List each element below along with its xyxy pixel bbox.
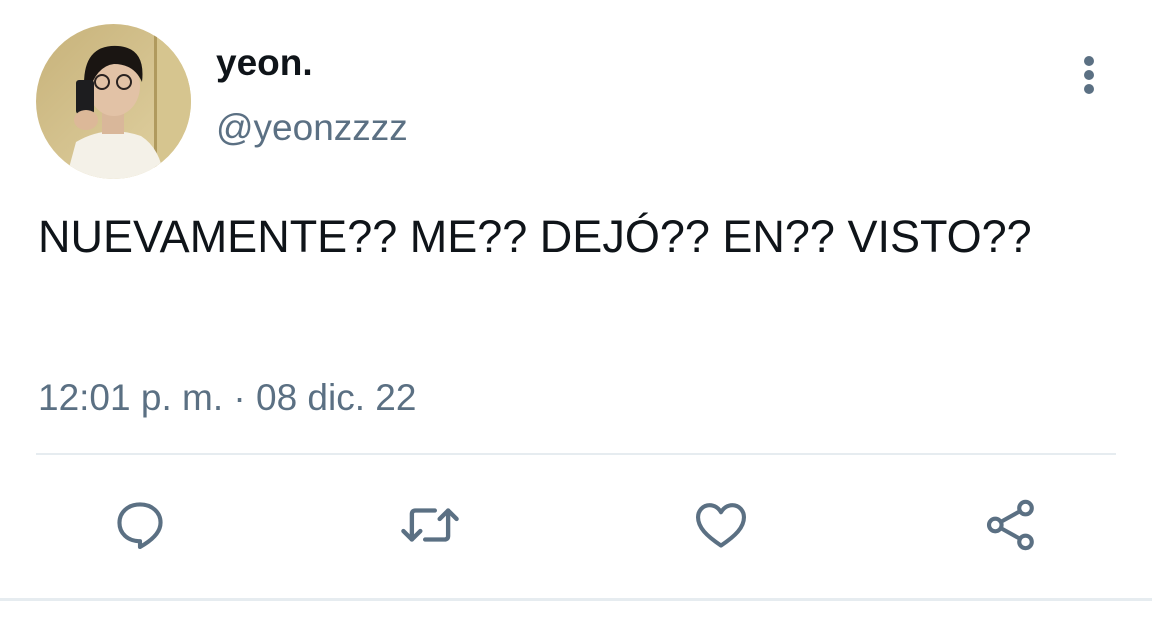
avatar-image <box>36 24 191 179</box>
more-options-button[interactable] <box>1068 52 1110 98</box>
author-handle[interactable]: @yeonzzzz <box>216 103 408 153</box>
tweet-detail: yeon. @yeonzzzz NUEVAMENTE?? ME?? DEJÓ??… <box>0 0 1152 618</box>
tweet-text: NUEVAMENTE?? ME?? DEJÓ?? EN?? VISTO?? <box>38 211 1032 262</box>
share-button[interactable] <box>976 490 1046 560</box>
more-vertical-icon <box>1084 56 1094 94</box>
divider <box>36 453 1116 455</box>
retweet-button[interactable] <box>395 490 465 560</box>
retweet-icon <box>401 508 459 542</box>
tweet-timestamp[interactable]: 12:01 p. m. · 08 dic. 22 <box>38 373 416 423</box>
bottom-divider <box>0 598 1152 601</box>
avatar[interactable] <box>36 24 191 179</box>
share-icon <box>986 499 1034 551</box>
reply-button[interactable] <box>105 490 175 560</box>
reply-icon <box>117 502 163 550</box>
like-button[interactable] <box>686 490 756 560</box>
action-bar <box>0 490 1152 560</box>
author-display-name[interactable]: yeon. <box>216 38 313 88</box>
heart-icon <box>695 503 747 548</box>
